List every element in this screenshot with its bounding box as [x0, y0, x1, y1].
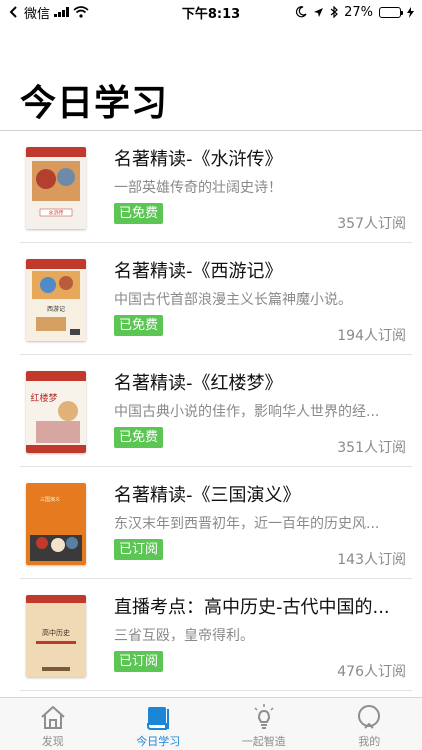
tab-discover[interactable]: 发现: [0, 698, 106, 750]
status-badge: 已免费: [114, 315, 164, 336]
book-cover-image: 西游记: [26, 259, 86, 341]
status-badge: 已免费: [114, 427, 164, 448]
tab-label: 今日学习: [136, 735, 181, 748]
status-right: 27%: [264, 5, 414, 20]
home-icon: [41, 706, 65, 729]
status-bar: 微信 下午8:13 27%: [0, 0, 422, 24]
status-time: 下午8:13: [181, 6, 241, 22]
course-list[interactable]: 水浒传 名著精读-《水浒传》 一部英雄传奇的壮阔史诗！ 已免费 357人订阅 西…: [0, 131, 422, 691]
battery-percent: 27%: [344, 4, 373, 20]
svg-text:水浒传: 水浒传: [48, 210, 63, 217]
status-badge: 已订阅: [114, 539, 164, 560]
book-cover-image: 三国演义: [26, 483, 86, 565]
item-description: 东汉末年到西晋初年，近一百年的历史风...: [114, 516, 380, 532]
subscriber-count: 357人订阅: [337, 216, 406, 232]
list-item[interactable]: 高中历史 直播考点：高中历史-古代中国的... 三省互殴，皇帝得利。 已订阅 4…: [0, 579, 422, 691]
svg-text:红楼梦: 红楼梦: [30, 392, 57, 404]
svg-text:高中历史: 高中历史: [42, 628, 70, 637]
item-description: 一部英雄传奇的壮阔史诗！: [114, 180, 282, 196]
book-icon: [147, 707, 170, 730]
book-cover-image: 水浒传: [26, 147, 86, 229]
svg-text:西游记: 西游记: [47, 305, 65, 313]
page-title: 今日学习: [20, 83, 169, 124]
svg-text:三国演义: 三国演义: [40, 496, 60, 503]
status-badge: 已免费: [114, 203, 164, 224]
wifi-icon: [73, 6, 89, 18]
tab-label: 我的: [358, 735, 381, 748]
location-icon: [314, 7, 324, 17]
item-title: 直播考点：高中历史-古代中国的...: [114, 597, 390, 618]
battery-icon: [379, 6, 403, 18]
list-item[interactable]: 三国演义 名著精读-《三国演义》 东汉末年到西晋初年，近一百年的历史风... 已…: [0, 467, 422, 579]
charging-icon: [407, 6, 414, 18]
signal-icon: [54, 7, 70, 17]
carrier-label: 微信: [24, 6, 51, 22]
item-description: 中国古典小说的佳作，影响华人世界的经...: [114, 404, 380, 420]
subscriber-count: 351人订阅: [337, 440, 406, 456]
item-description: 三省互殴，皇帝得利。: [114, 628, 254, 644]
row-divider: [20, 690, 412, 691]
status-badge: 已订阅: [114, 651, 164, 672]
subscriber-count: 194人订阅: [337, 328, 406, 344]
bluetooth-icon: [330, 6, 338, 18]
tab-create-together[interactable]: 一起智造: [211, 698, 317, 750]
profile-icon: [358, 705, 381, 729]
item-title: 名著精读-《西游记》: [114, 261, 283, 282]
subscriber-count: 476人订阅: [337, 664, 406, 680]
back-arrow-icon[interactable]: [8, 6, 20, 18]
tab-today-study[interactable]: 今日学习: [106, 698, 212, 750]
book-cover-image: 高中历史: [26, 595, 86, 677]
moon-icon: [296, 6, 307, 18]
book-cover-image: 红楼梦: [26, 371, 86, 453]
tab-mine[interactable]: 我的: [317, 698, 422, 750]
item-description: 中国古代首部浪漫主义长篇神魔小说。: [114, 292, 352, 308]
item-title: 名著精读-《水浒传》: [114, 149, 283, 170]
status-left: 微信: [8, 3, 158, 22]
list-item[interactable]: 水浒传 名著精读-《水浒传》 一部英雄传奇的壮阔史诗！ 已免费 357人订阅: [0, 131, 422, 243]
list-item[interactable]: 西游记 名著精读-《西游记》 中国古代首部浪漫主义长篇神魔小说。 已免费 194…: [0, 243, 422, 355]
lightbulb-icon: [254, 704, 274, 729]
item-title: 名著精读-《三国演义》: [114, 485, 301, 506]
tab-label: 一起智造: [241, 735, 286, 748]
list-item[interactable]: 红楼梦 名著精读-《红楼梦》 中国古典小说的佳作，影响华人世界的经... 已免费…: [0, 355, 422, 467]
subscriber-count: 143人订阅: [337, 552, 406, 568]
tab-bar: 发现 今日学习 一起智造 我的: [0, 697, 422, 750]
tab-label: 发现: [41, 735, 64, 748]
item-title: 名著精读-《红楼梦》: [114, 373, 283, 394]
